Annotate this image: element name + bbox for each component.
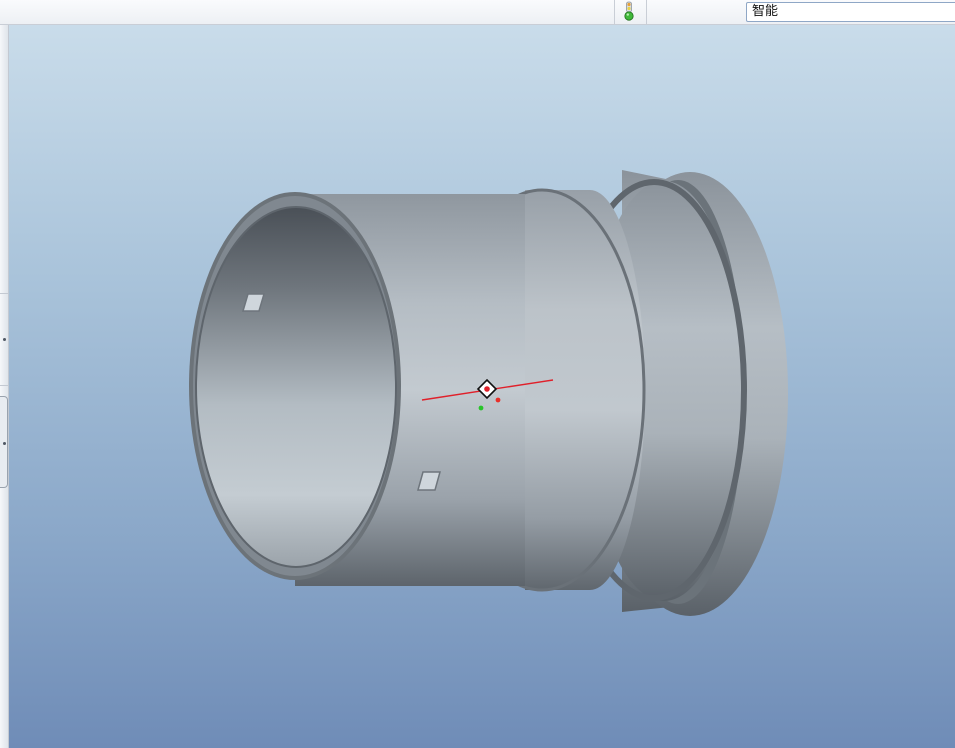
rail-divider xyxy=(0,293,9,294)
tube-bore xyxy=(196,207,396,567)
rail-divider xyxy=(0,385,9,386)
traffic-light-icon[interactable] xyxy=(622,1,636,23)
rail-grip-dot xyxy=(3,338,6,341)
graphics-viewport[interactable] xyxy=(9,25,955,748)
rail-grip-dot xyxy=(3,442,6,445)
toolbar-separator xyxy=(646,0,647,24)
left-panel-rail xyxy=(0,25,9,748)
model-canvas[interactable] xyxy=(9,25,955,748)
top-toolbar: 智能 xyxy=(0,0,955,25)
selection-filter-dropdown[interactable]: 智能 xyxy=(746,2,955,22)
toolbar-separator xyxy=(614,0,615,24)
